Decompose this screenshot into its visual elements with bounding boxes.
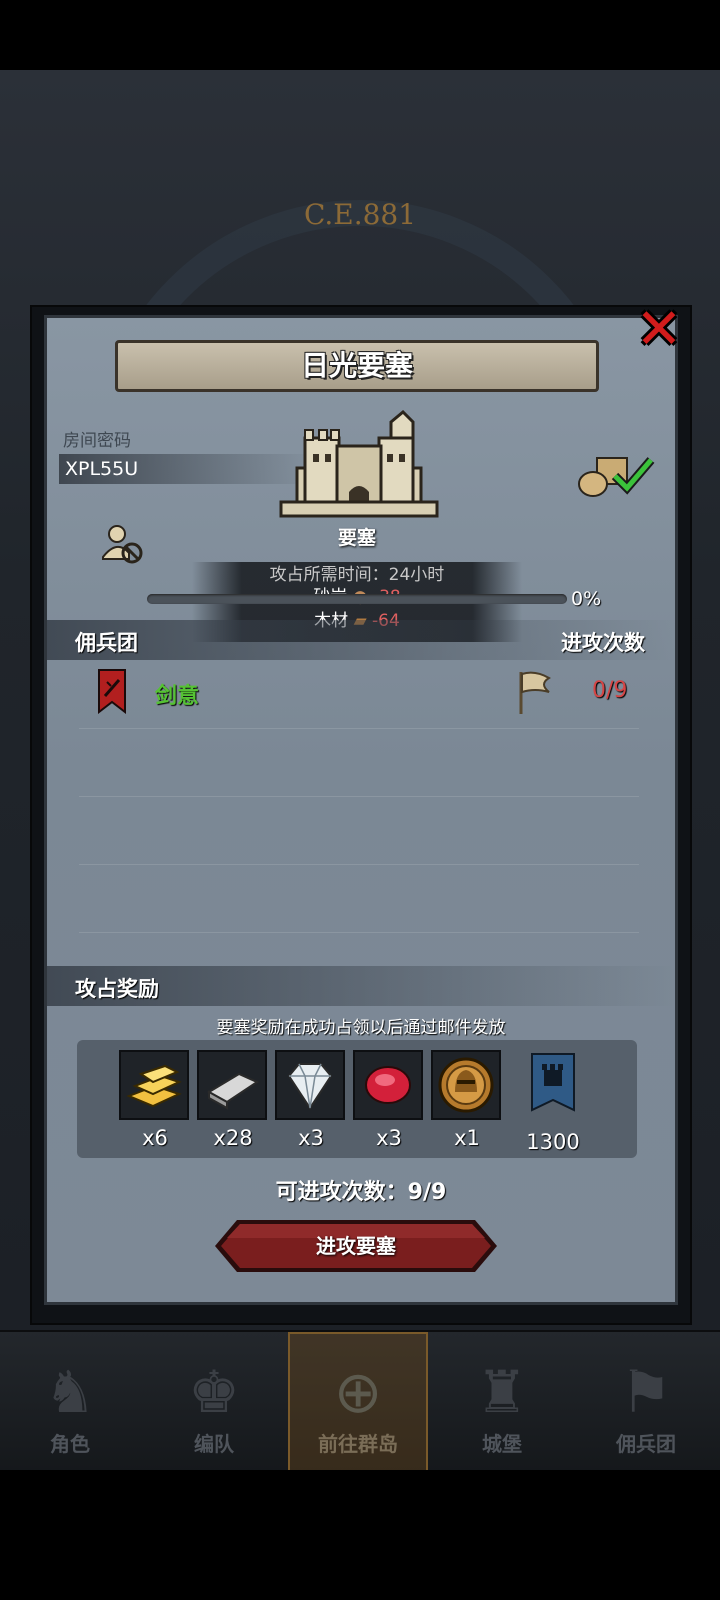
bottom-fill: [0, 1470, 720, 1600]
reward-count: 1300: [526, 1130, 580, 1154]
loot-bag-check-icon[interactable]: [577, 450, 657, 500]
occupy-progress-percent: 0%: [571, 588, 602, 610]
row-divider: [79, 796, 639, 797]
bottom-nav: ♞ 角色 ♚ 编队 ⊕ 前往群岛 ♜ 城堡 ⚑ 佣兵团: [0, 1330, 720, 1472]
silver-bar-icon: [197, 1050, 267, 1120]
fortress-dialog: 日光要塞 房间密码 XPL55U 要塞 攻占所需时间：24小时 0% 佣兵团 进…: [30, 302, 692, 1325]
merc-header-label: 佣兵团: [75, 631, 138, 655]
dialog-body: 日光要塞 房间密码 XPL55U 要塞 攻占所需时间：24小时 0% 佣兵团 进…: [44, 315, 678, 1305]
reward-panel: x6 x28 x3 x3 x1 1300: [77, 1040, 637, 1158]
nav-item-character[interactable]: ♞ 角色: [0, 1332, 140, 1472]
reward-section-header: 攻占奖励: [47, 966, 675, 1006]
row-divider: [79, 864, 639, 865]
reward-header-label: 攻占奖励: [75, 977, 159, 1001]
castle-icon: ♜: [476, 1358, 528, 1426]
merc-attack-count: 0/9: [592, 678, 628, 703]
reward-item[interactable]: x3: [353, 1050, 425, 1150]
merc-section-header: 佣兵团 进攻次数: [47, 620, 675, 660]
knight-coin-icon: [431, 1050, 501, 1120]
reward-item[interactable]: x6: [119, 1050, 191, 1150]
reward-note: 要塞奖励在成功占领以后通过邮件发放: [216, 1018, 506, 1038]
attack-fortress-button[interactable]: 进攻要塞: [215, 1218, 497, 1274]
nav-item-formation[interactable]: ♚ 编队: [144, 1332, 284, 1472]
attack-fortress-label: 进攻要塞: [316, 1234, 396, 1258]
reward-count: x3: [298, 1126, 324, 1150]
fortress-icon: [279, 410, 439, 518]
merc-row[interactable]: 剑意 0/9: [47, 666, 675, 726]
room-code-label: 房间密码: [63, 431, 131, 451]
reward-item[interactable]: x1: [431, 1050, 503, 1150]
merc-banner-icon: [98, 669, 126, 714]
room-code-value: XPL55U: [59, 454, 315, 484]
occupy-progress-bar: [147, 594, 567, 604]
nav-label: 前往群岛: [318, 1432, 398, 1456]
knight-icon: ♞: [44, 1358, 96, 1426]
row-divider: [79, 728, 639, 729]
helmet-icon: ♚: [188, 1358, 240, 1426]
merc-name: 剑意: [155, 684, 200, 709]
attack-header-label: 进攻次数: [561, 631, 645, 655]
nav-label: 佣兵团: [616, 1432, 676, 1456]
gold-bar-icon: [119, 1050, 189, 1120]
reward-count: x28: [213, 1126, 253, 1150]
reward-item[interactable]: x3: [275, 1050, 347, 1150]
nav-label: 城堡: [482, 1432, 522, 1456]
era-label: C.E.881: [303, 198, 417, 231]
fortress-name: 要塞: [337, 527, 376, 549]
ruby-icon: [353, 1050, 423, 1120]
row-divider: [79, 932, 639, 933]
status-bar: [0, 0, 720, 70]
no-person-icon[interactable]: [99, 523, 145, 565]
reward-count: x6: [142, 1126, 168, 1150]
close-icon[interactable]: ✕: [632, 302, 686, 358]
reward-item[interactable]: 1300: [517, 1050, 589, 1154]
nav-item-islands[interactable]: ⊕ 前往群岛: [288, 1332, 428, 1472]
nav-item-castle[interactable]: ♜ 城堡: [432, 1332, 572, 1472]
attack-flag-icon: [519, 671, 551, 714]
dialog-title: 日光要塞: [115, 340, 599, 392]
reward-count: x1: [454, 1126, 480, 1150]
diamond-icon: [275, 1050, 345, 1120]
islands-icon: ⊕: [333, 1358, 383, 1426]
fortress-banner-icon: [531, 1053, 575, 1112]
nav-label: 角色: [50, 1432, 90, 1456]
nav-label: 编队: [194, 1432, 234, 1456]
reward-count: x3: [376, 1126, 402, 1150]
attacks-available: 可进攻次数：9/9: [275, 1180, 447, 1205]
reward-item[interactable]: x28: [197, 1050, 269, 1150]
nav-item-mercenary[interactable]: ⚑ 佣兵团: [576, 1332, 716, 1472]
flag-icon: ⚑: [620, 1358, 672, 1426]
